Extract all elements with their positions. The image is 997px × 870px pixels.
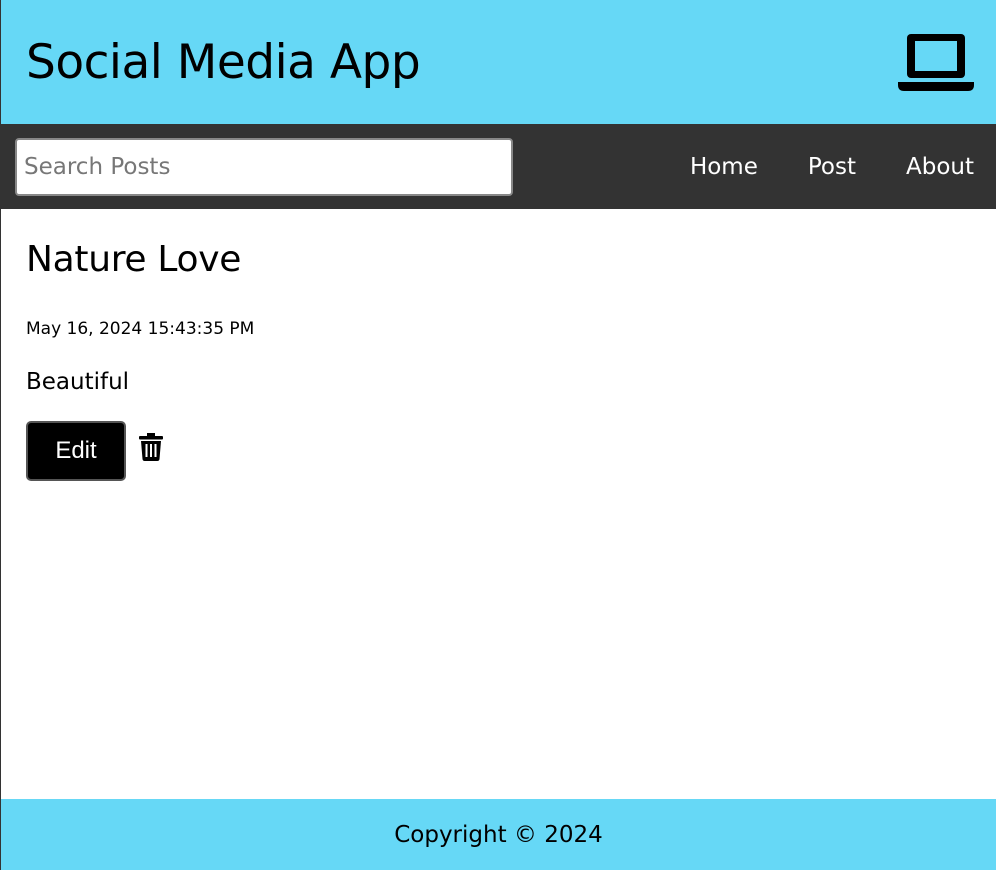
post-body: Beautiful (26, 369, 130, 395)
search-input[interactable] (15, 137, 513, 196)
post-actions: Edit (26, 421, 971, 481)
nav-link-post[interactable]: Post (808, 154, 856, 180)
nav-links: Home Post About (690, 154, 974, 180)
header: Social Media App (1, 0, 996, 124)
post-page: Nature Love May 16, 2024 15:43:35 PM Bea… (1, 209, 996, 799)
navbar: Home Post About (1, 124, 996, 209)
copyright-text: Copyright © 2024 (394, 821, 603, 848)
trash-icon[interactable] (139, 433, 163, 461)
footer: Copyright © 2024 (1, 799, 996, 870)
post-datetime: May 16, 2024 15:43:35 PM (26, 319, 255, 339)
edit-button[interactable]: Edit (26, 421, 126, 481)
post-article: Nature Love May 16, 2024 15:43:35 PM Bea… (26, 239, 971, 481)
app-title: Social Media App (26, 34, 421, 90)
post-title: Nature Love (26, 239, 242, 280)
nav-link-about[interactable]: About (906, 154, 974, 180)
app-root: Social Media App Home Post About Nature … (0, 0, 996, 870)
nav-link-home[interactable]: Home (690, 154, 758, 180)
laptop-icon (898, 34, 974, 91)
